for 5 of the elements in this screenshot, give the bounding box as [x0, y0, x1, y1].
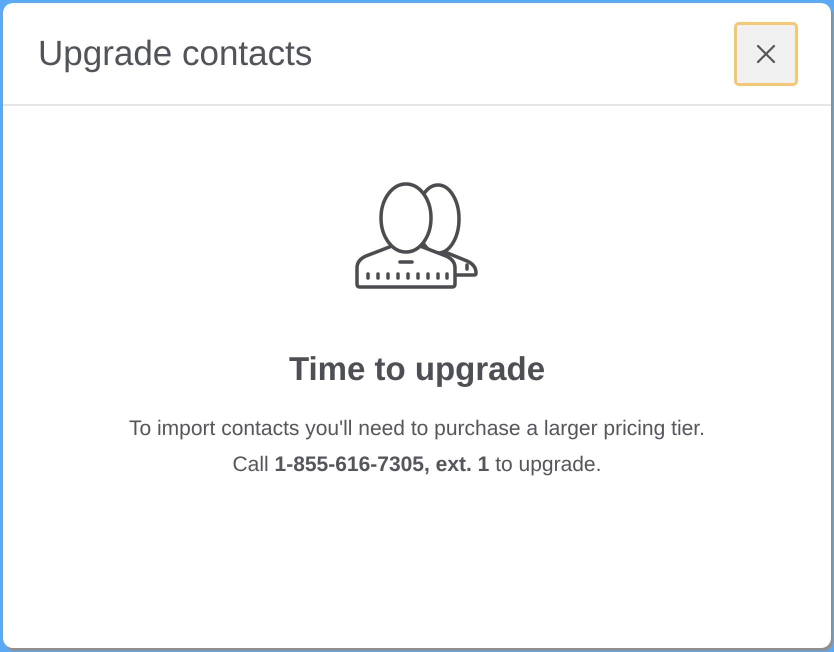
upgrade-message: To import contacts you'll need to purchase a larger pricing tier. Call 1-855-616-7305, ext. 1 to upgrade.	[129, 416, 705, 478]
close-button[interactable]	[734, 22, 798, 86]
dialog-title: Upgrade contacts	[38, 36, 312, 71]
upgrade-heading: Time to upgrade	[288, 352, 546, 385]
close-icon	[756, 44, 776, 64]
